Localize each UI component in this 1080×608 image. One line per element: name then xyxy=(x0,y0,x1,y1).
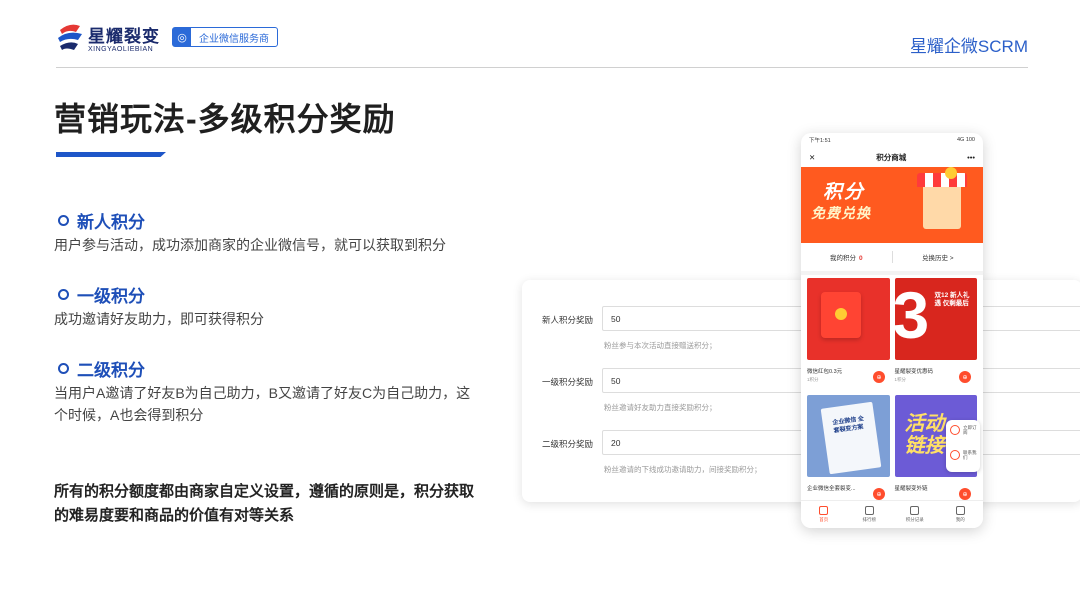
tab-home[interactable]: 首页 xyxy=(801,501,847,528)
user-icon xyxy=(955,506,965,515)
phone-tabbar: 首页 排行榜 积分记录 我的 xyxy=(801,500,983,528)
my-points[interactable]: 我的积分 0 xyxy=(801,252,892,262)
more-icon[interactable]: ••• xyxy=(967,153,975,162)
points-row: 我的积分 0 兑换历史 > xyxy=(801,243,983,275)
subscribe-label[interactable]: 立即订阅 xyxy=(963,425,979,435)
home-icon xyxy=(819,506,829,515)
coin-icon xyxy=(945,167,957,179)
field-hint-new: 粉丝参与本次活动直接赠送积分； xyxy=(604,341,717,350)
close-icon[interactable]: ✕ xyxy=(809,153,815,162)
book-icon xyxy=(820,401,882,475)
subscribe-icon[interactable] xyxy=(950,425,960,435)
envelope-seal-icon xyxy=(835,308,847,320)
company-logo: 星耀裂变 XINGYAOLIEBIAN ◎ 企业微信服务商 xyxy=(56,20,278,54)
logo-mark-icon xyxy=(56,20,84,54)
product-image xyxy=(807,278,890,360)
shop-illustration-icon xyxy=(923,181,961,229)
contact-label[interactable]: 联系我们 xyxy=(963,450,979,460)
cart-icon[interactable]: ⊕ xyxy=(959,488,971,500)
field-label-level1: 一级积分奖励 xyxy=(542,377,594,387)
section-desc-level1: 成功邀请好友助力，即可获得积分 xyxy=(54,311,264,327)
circle-bullet-icon xyxy=(58,289,69,300)
record-icon xyxy=(910,506,920,515)
contact-icon[interactable] xyxy=(950,450,960,460)
field-label-level2: 二级积分奖励 xyxy=(542,439,594,449)
cart-icon[interactable]: ⊕ xyxy=(873,371,885,383)
logo-cn: 星耀裂变 xyxy=(88,26,160,46)
cart-icon[interactable]: ⊕ xyxy=(959,371,971,383)
status-bar: 下午1:51 4G 100 xyxy=(801,133,983,147)
page-title: 营销玩法-多级积分奖励 xyxy=(54,101,396,137)
brand-name: 星耀企微SCRM xyxy=(909,37,1028,56)
promo-number: 3 xyxy=(894,278,930,352)
summary-text: 所有的积分额度都由商家自定义设置，遵循的原则是，积分获取的难易度要和商品的价值有… xyxy=(54,483,475,524)
product-image: 3 双12 新人礼遇 仅剩最后 xyxy=(894,278,977,360)
product-grid: 微信红包0.3元 1积分 3 双12 新人礼遇 仅剩最后 星耀裂变优惠码 1积分… xyxy=(801,275,983,510)
header-divider xyxy=(56,67,1028,68)
status-time: 下午1:51 xyxy=(809,138,831,144)
circle-bullet-icon xyxy=(58,363,69,374)
logo-en: XINGYAOLIEBIAN xyxy=(88,45,154,53)
section-desc-new: 用户参与活动，成功添加商家的企业微信号，就可以获取到积分 xyxy=(54,237,446,253)
section-heading-level1: 一级积分 xyxy=(58,282,145,307)
tab-mine[interactable]: 我的 xyxy=(938,501,984,528)
cart-icon[interactable]: ⊕ xyxy=(873,488,885,500)
banner-subtitle: 免费兑换 xyxy=(811,205,871,221)
wecom-icon: ◎ xyxy=(173,28,191,46)
service-badge: ◎ 企业微信服务商 xyxy=(172,27,278,47)
phone-page-title: 积分商城 xyxy=(876,152,907,162)
title-underline xyxy=(56,152,166,157)
ranking-icon xyxy=(864,506,874,515)
field-hint-level1: 粉丝邀请好友助力直接奖励积分； xyxy=(604,403,717,412)
circle-bullet-icon xyxy=(58,215,69,226)
badge-text: 企业微信服务商 xyxy=(199,33,269,45)
section-heading-level2: 二级积分 xyxy=(58,356,145,381)
floating-action-buttons: 立即订阅 联系我们 xyxy=(946,420,980,472)
product-image: 企业微信 全套裂变方案 xyxy=(807,395,890,477)
exchange-history-link[interactable]: 兑换历史 > xyxy=(893,252,984,262)
points-banner: 积分 免费兑换 xyxy=(801,167,983,243)
awning-icon xyxy=(917,173,967,187)
phone-navbar: ✕ 积分商城 ••• xyxy=(801,147,983,167)
status-indicators: 4G 100 xyxy=(956,137,975,143)
field-hint-level2: 粉丝邀请的下线成功邀请助力，间接奖励积分； xyxy=(604,465,762,474)
tab-ranking[interactable]: 排行榜 xyxy=(847,501,893,528)
promo-text: 双12 新人礼遇 仅剩最后 xyxy=(934,292,970,307)
section-heading-new: 新人积分 xyxy=(58,208,145,233)
tab-points-record[interactable]: 积分记录 xyxy=(892,501,938,528)
field-label-new: 新人积分奖励 xyxy=(542,315,594,325)
section-desc-level2: 当用户A邀请了好友B为自己助力，B又邀请了好友C为自己助力，这个时候，A也会得到… xyxy=(54,385,471,423)
banner-title: 积分 xyxy=(823,182,866,203)
